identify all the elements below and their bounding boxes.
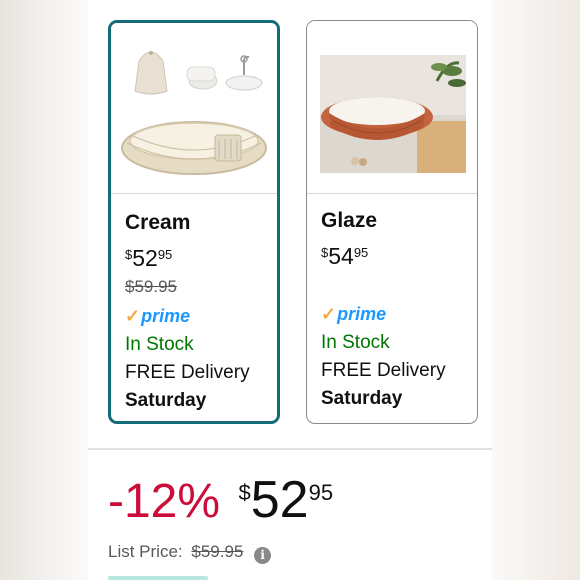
product-image-cream <box>111 23 277 195</box>
option-name: Cream <box>125 211 191 234</box>
list-price-label: List Price: <box>108 542 183 561</box>
delivery-text: FREE Delivery <box>125 362 250 383</box>
stock-status: In Stock <box>321 332 390 353</box>
current-price: $5295 <box>238 471 334 529</box>
delivery-day: Saturday <box>125 390 207 411</box>
background-blur-right <box>492 0 580 580</box>
delivery-text: FREE Delivery <box>321 360 446 381</box>
card-divider <box>307 193 477 194</box>
prime-check-icon: ✓ <box>321 304 337 324</box>
option-card-cream[interactable]: Cream $5295 $59.95 ✓prime In Stock FREE … <box>108 20 280 424</box>
list-price-value: $59.95 <box>191 542 244 561</box>
stock-status: In Stock <box>125 334 194 355</box>
prime-badge: ✓prime <box>321 304 387 324</box>
discount-percent: -12% <box>108 475 221 528</box>
option-name: Glaze <box>321 209 378 232</box>
background-blur-left <box>0 0 88 580</box>
card-divider <box>111 193 277 194</box>
product-image-glaze <box>307 21 477 193</box>
list-price-row: List Price: $59.95 i <box>108 542 272 564</box>
product-page: Cream $5295 $59.95 ✓prime In Stock FREE … <box>88 0 492 580</box>
delivery-day: Saturday <box>321 388 403 409</box>
price-summary: -12% $5295 <box>108 474 333 529</box>
prime-badge: ✓prime <box>125 306 191 326</box>
prime-check-icon: ✓ <box>125 306 141 326</box>
option-card-glaze[interactable]: Glaze $5495 ✓prime In Stock FREE Deliver… <box>306 20 478 424</box>
badge-strip <box>108 576 208 580</box>
section-divider <box>88 448 492 450</box>
option-list-price: $59.95 <box>125 277 177 296</box>
option-price: $5295 <box>125 245 173 271</box>
option-price: $5495 <box>321 243 369 269</box>
info-icon[interactable]: i <box>254 547 272 564</box>
